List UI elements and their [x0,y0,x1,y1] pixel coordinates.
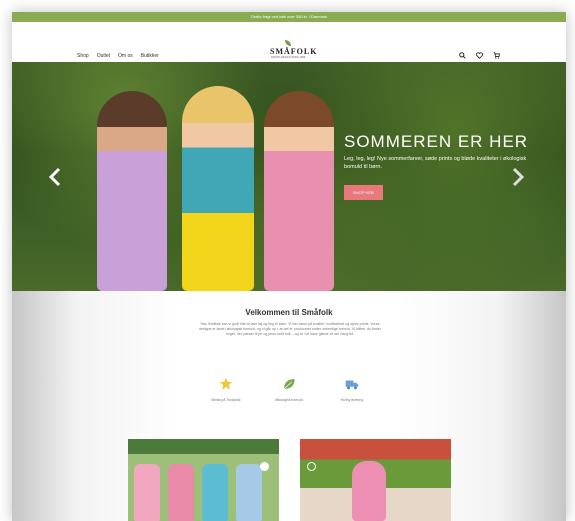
nav-item-about[interactable]: Om os [118,53,133,59]
product-photo [202,464,228,521]
site-header: Shop Outlet Om os Butikker SMÅFOLK DANIS… [12,22,566,62]
child-photo-middle [182,86,254,291]
announcement-text: Gratis fragt ved køb over 300 kr. i Danm… [250,14,328,19]
chevron-right-icon[interactable] [511,167,525,187]
child-photo-left [97,91,167,291]
site-logo[interactable]: SMÅFOLK DANISH DESIGN SINCE 1998 [270,40,318,59]
truck-icon [345,380,359,390]
header-icons [459,52,500,59]
heart-icon[interactable] [476,52,483,59]
logo-tagline: DANISH DESIGN SINCE 1998 [270,56,306,59]
search-icon[interactable] [459,52,466,59]
product-photo [168,464,194,521]
logo-wordmark: SMÅFOLK [270,47,318,56]
usp-label: Økologisk bomuld [275,398,303,402]
usp-label: Hurtig levering [340,398,364,402]
product-photo [352,461,386,521]
usp-trustpilot: Bedst på Trustpilot [196,377,256,402]
hero-banner: SOMMEREN ER HER Leg, leg, leg! Nye somme… [12,62,566,291]
welcome-text: Hos Småfolk kan vi godt lide at lave tøj… [199,322,381,337]
category-card-bodies[interactable] [128,439,279,521]
browser-page: Gratis fragt ved køb over 300 kr. i Danm… [12,12,566,521]
product-photo [134,464,160,521]
announcement-bar: Gratis fragt ved køb over 300 kr. i Danm… [12,12,566,22]
usp-label: Bedst på Trustpilot [211,398,241,402]
product-photo [236,464,262,521]
leaf-icon [283,379,295,390]
hero-title: SOMMEREN ER HER [344,132,529,151]
star-icon [219,377,233,390]
nav-item-outlet[interactable]: Outlet [97,53,110,59]
shop-now-button[interactable]: SHOP HER [344,185,383,201]
leaf-logo-icon [285,40,291,46]
chevron-left-icon[interactable] [48,167,62,187]
main-nav: Shop Outlet Om os Butikker [77,53,159,59]
welcome-title: Velkommen til Småfolk [245,308,333,317]
nav-item-stores[interactable]: Butikker [141,53,159,59]
nav-item-shop[interactable]: Shop [77,53,89,59]
usp-organic: Økologisk bomuld [259,377,319,402]
welcome-section: Velkommen til Småfolk Hos Småfolk kan vi… [12,291,566,521]
child-photo-right [264,91,334,291]
cart-icon[interactable] [493,52,500,59]
category-card-kids[interactable] [300,439,451,521]
carousel-dot[interactable] [307,462,316,471]
usp-delivery: Hurtig levering [322,377,382,402]
carousel-dot-active[interactable] [260,462,269,471]
